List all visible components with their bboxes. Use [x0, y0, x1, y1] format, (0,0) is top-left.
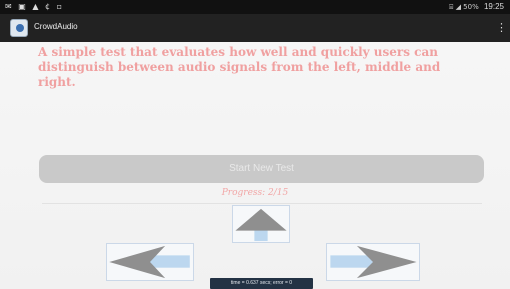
right-arrow-button[interactable]: [326, 243, 420, 281]
status-right: ⌸ ◢ 50% 19:25: [449, 2, 504, 12]
app-title: CrowdAudio: [34, 22, 78, 31]
app-bar: CrowdAudio ⋮: [0, 14, 510, 42]
start-new-test-button[interactable]: Start New Test: [39, 155, 484, 183]
progress-text: Progress: 2/15: [221, 188, 289, 198]
left-arrow-button[interactable]: [106, 243, 194, 281]
arrow-up-icon: [235, 208, 287, 242]
arrow-left-icon: [109, 245, 190, 279]
arrow-right-icon: [330, 245, 417, 279]
notification-icons: ✉ ▣ ▲ ¢ ▫: [5, 2, 65, 11]
timing-toast: time = 0.637 secs; error = 0: [210, 278, 313, 289]
app-logo-icon: [10, 19, 28, 37]
signal-battery-icon: ⌸ ◢ 50%: [449, 3, 479, 11]
test-description: A simple test that evaluates how well an…: [38, 45, 441, 89]
divider: [42, 203, 482, 204]
status-bar: ✉ ▣ ▲ ¢ ▫ ⌸ ◢ 50% 19:25: [0, 0, 510, 14]
overflow-menu-icon[interactable]: ⋮: [496, 20, 507, 36]
status-time: 19:25: [483, 2, 504, 11]
middle-arrow-button[interactable]: [232, 205, 290, 243]
